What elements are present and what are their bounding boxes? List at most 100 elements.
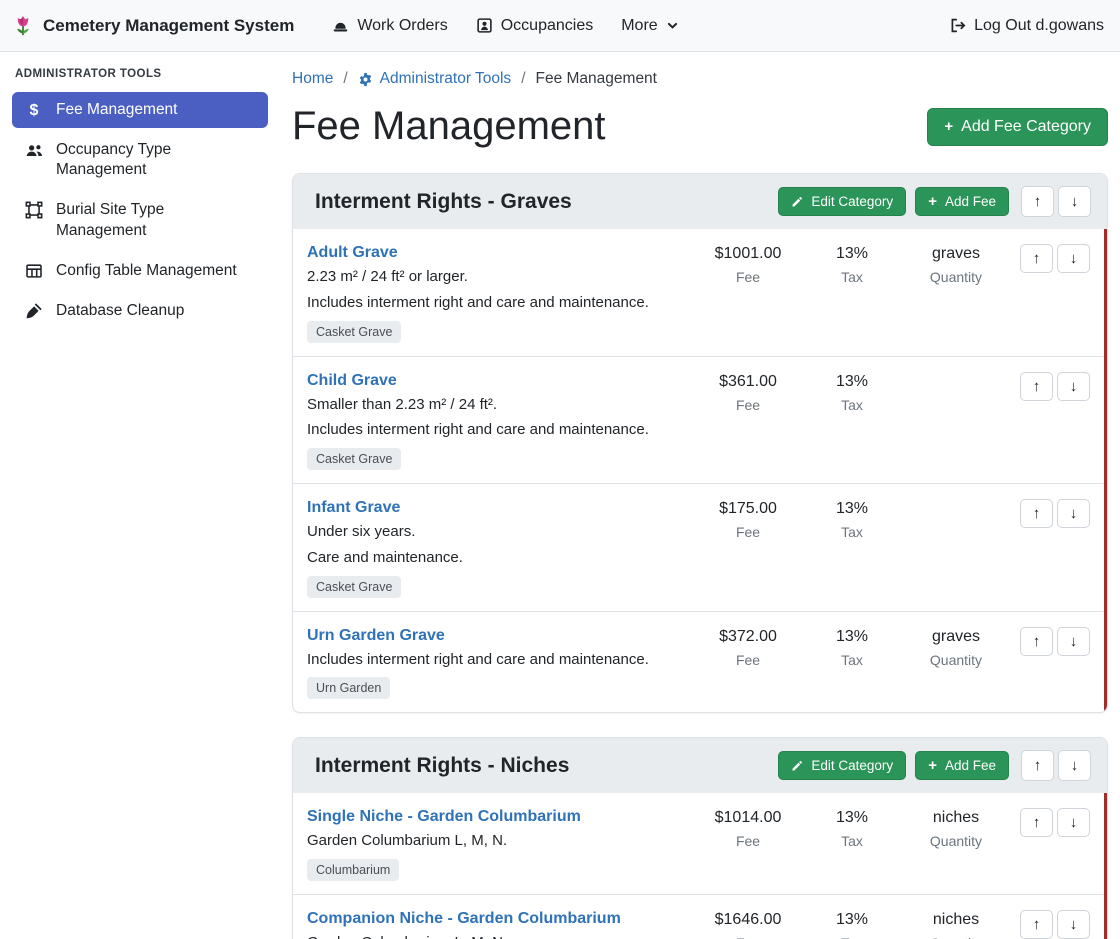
- quantity-stat: niches Quantity: [906, 806, 1006, 849]
- fee-reorder-controls: ↑ ↓: [1006, 806, 1104, 837]
- fee-list: Adult Grave 2.23 m² / 24 ft² or larger. …: [293, 229, 1107, 712]
- quantity-stat: [906, 370, 1006, 373]
- nav-more[interactable]: More: [607, 9, 692, 43]
- add-fee-label: Add Fee: [945, 194, 996, 209]
- fee-reorder-controls: ↑ ↓: [1006, 497, 1104, 528]
- pencil-icon: [791, 760, 803, 772]
- fee-reorder-controls: ↑ ↓: [1006, 370, 1104, 401]
- category-card-niches: Interment Rights - Niches Edit Category …: [292, 737, 1108, 939]
- category-move-down-button[interactable]: ↓: [1058, 186, 1091, 217]
- fee-name-link[interactable]: Urn Garden Grave: [307, 627, 445, 645]
- edit-category-button[interactable]: Edit Category: [778, 751, 906, 780]
- app-brand[interactable]: Cemetery Management System: [12, 15, 294, 37]
- add-fee-button[interactable]: + Add Fee: [915, 187, 1009, 216]
- category-move-up-button[interactable]: ↑: [1021, 750, 1054, 781]
- tax-stat: 13% Tax: [798, 908, 906, 939]
- tax-stat: 13% Tax: [798, 242, 906, 285]
- fee-move-down-button[interactable]: ↓: [1057, 910, 1090, 939]
- fee-description: Garden Columbarium L, M, N.: [307, 934, 698, 939]
- category-move-up-button[interactable]: ↑: [1021, 186, 1054, 217]
- fee-move-up-button[interactable]: ↑: [1020, 627, 1053, 656]
- add-fee-button[interactable]: + Add Fee: [915, 751, 1009, 780]
- sidebar-item-fee-management[interactable]: $ Fee Management: [12, 92, 268, 128]
- fee-amount-label: Fee: [698, 935, 798, 939]
- fee-name-link[interactable]: Companion Niche - Garden Columbarium: [307, 910, 621, 928]
- fee-amount-label: Fee: [698, 397, 798, 413]
- nav-work-orders[interactable]: Work Orders: [318, 9, 461, 43]
- fee-move-down-button[interactable]: ↓: [1057, 808, 1090, 837]
- fee-name-link[interactable]: Adult Grave: [307, 244, 398, 262]
- fee-row: Urn Garden Grave Includes interment righ…: [293, 611, 1104, 713]
- tax-stat: 13% Tax: [798, 625, 906, 668]
- fee-move-down-button[interactable]: ↓: [1057, 244, 1090, 273]
- fee-move-down-button[interactable]: ↓: [1057, 627, 1090, 656]
- fee-move-up-button[interactable]: ↑: [1020, 244, 1053, 273]
- nav-occupancies[interactable]: Occupancies: [462, 9, 608, 43]
- fee-type-badge: Columbarium: [307, 859, 399, 881]
- quantity-value: niches: [906, 809, 1006, 827]
- category-title: Interment Rights - Niches: [315, 754, 769, 778]
- nav-occupancies-label: Occupancies: [501, 17, 594, 35]
- sidebar-item-occupancy-type[interactable]: Occupancy Type Management: [12, 132, 268, 188]
- fee-amount-label: Fee: [698, 652, 798, 668]
- tax-label: Tax: [798, 269, 906, 285]
- sidebar-item-label: Config Table Management: [56, 261, 237, 281]
- breadcrumb-separator: /: [343, 70, 347, 88]
- category-title: Interment Rights - Graves: [315, 190, 769, 214]
- fee-move-down-button[interactable]: ↓: [1057, 499, 1090, 528]
- fee-description: 2.23 m² / 24 ft² or larger.: [307, 268, 698, 287]
- fee-move-up-button[interactable]: ↑: [1020, 372, 1053, 401]
- sidebar-item-burial-site-type[interactable]: Burial Site Type Management: [12, 192, 268, 248]
- fee-move-up-button[interactable]: ↑: [1020, 910, 1053, 939]
- add-fee-category-button[interactable]: + Add Fee Category: [927, 108, 1108, 146]
- fee-description: Includes interment right and care and ma…: [307, 651, 698, 670]
- tax-label: Tax: [798, 935, 906, 939]
- logout-link[interactable]: Log Out d.gowans: [935, 9, 1104, 43]
- fee-row: Infant Grave Under six years. Care and m…: [293, 483, 1104, 611]
- category-move-down-button[interactable]: ↓: [1058, 750, 1091, 781]
- fee-reorder-controls: ↑ ↓: [1006, 908, 1104, 939]
- fee-move-down-button[interactable]: ↓: [1057, 372, 1090, 401]
- add-fee-label: Add Fee: [945, 758, 996, 773]
- breadcrumb-current: Fee Management: [536, 70, 658, 88]
- fee-amount-stat: $175.00 Fee: [698, 497, 798, 540]
- tax-value: 13%: [798, 628, 906, 646]
- quantity-stat: niches Quantity: [906, 908, 1006, 939]
- quantity-value: niches: [906, 911, 1006, 929]
- category-header: Interment Rights - Niches Edit Category …: [293, 738, 1107, 793]
- category-reorder-controls: ↑ ↓: [1021, 186, 1091, 217]
- gear-icon: [358, 72, 373, 87]
- tax-label: Tax: [798, 524, 906, 540]
- fee-move-up-button[interactable]: ↑: [1020, 499, 1053, 528]
- fee-amount-value: $175.00: [698, 500, 798, 518]
- fee-name-link[interactable]: Single Niche - Garden Columbarium: [307, 808, 581, 826]
- fee-row: Companion Niche - Garden Columbarium Gar…: [293, 894, 1104, 939]
- logout-icon: [949, 17, 966, 34]
- primary-nav: Work Orders Occupancies More: [318, 9, 692, 43]
- fee-type-badge: Casket Grave: [307, 321, 401, 343]
- fee-move-up-button[interactable]: ↑: [1020, 808, 1053, 837]
- fee-amount-value: $1646.00: [698, 911, 798, 929]
- breadcrumb-admin-tools-link[interactable]: Administrator Tools: [358, 70, 512, 88]
- fee-info: Urn Garden Grave Includes interment righ…: [307, 625, 698, 700]
- fee-amount-value: $372.00: [698, 628, 798, 646]
- edit-category-button[interactable]: Edit Category: [778, 187, 906, 216]
- fee-amount-stat: $1001.00 Fee: [698, 242, 798, 285]
- fee-amount-stat: $372.00 Fee: [698, 625, 798, 668]
- fee-amount-value: $1001.00: [698, 245, 798, 263]
- fee-description: Care and maintenance.: [307, 549, 698, 568]
- sidebar-item-config-table[interactable]: Config Table Management: [12, 253, 268, 289]
- sidebar-item-database-cleanup[interactable]: Database Cleanup: [12, 293, 268, 329]
- tax-value: 13%: [798, 245, 906, 263]
- fee-name-link[interactable]: Child Grave: [307, 372, 397, 390]
- fee-description: Smaller than 2.23 m² / 24 ft².: [307, 396, 698, 415]
- top-navbar: Cemetery Management System Work Orders O…: [0, 0, 1120, 52]
- breadcrumb-home-link[interactable]: Home: [292, 70, 333, 88]
- quantity-label: Quantity: [906, 935, 1006, 939]
- fee-name-link[interactable]: Infant Grave: [307, 499, 400, 517]
- quantity-label: Quantity: [906, 652, 1006, 668]
- fee-info: Infant Grave Under six years. Care and m…: [307, 497, 698, 598]
- category-card-graves: Interment Rights - Graves Edit Category …: [292, 173, 1108, 713]
- nav-work-orders-label: Work Orders: [357, 17, 447, 35]
- occupant-icon: [476, 17, 493, 34]
